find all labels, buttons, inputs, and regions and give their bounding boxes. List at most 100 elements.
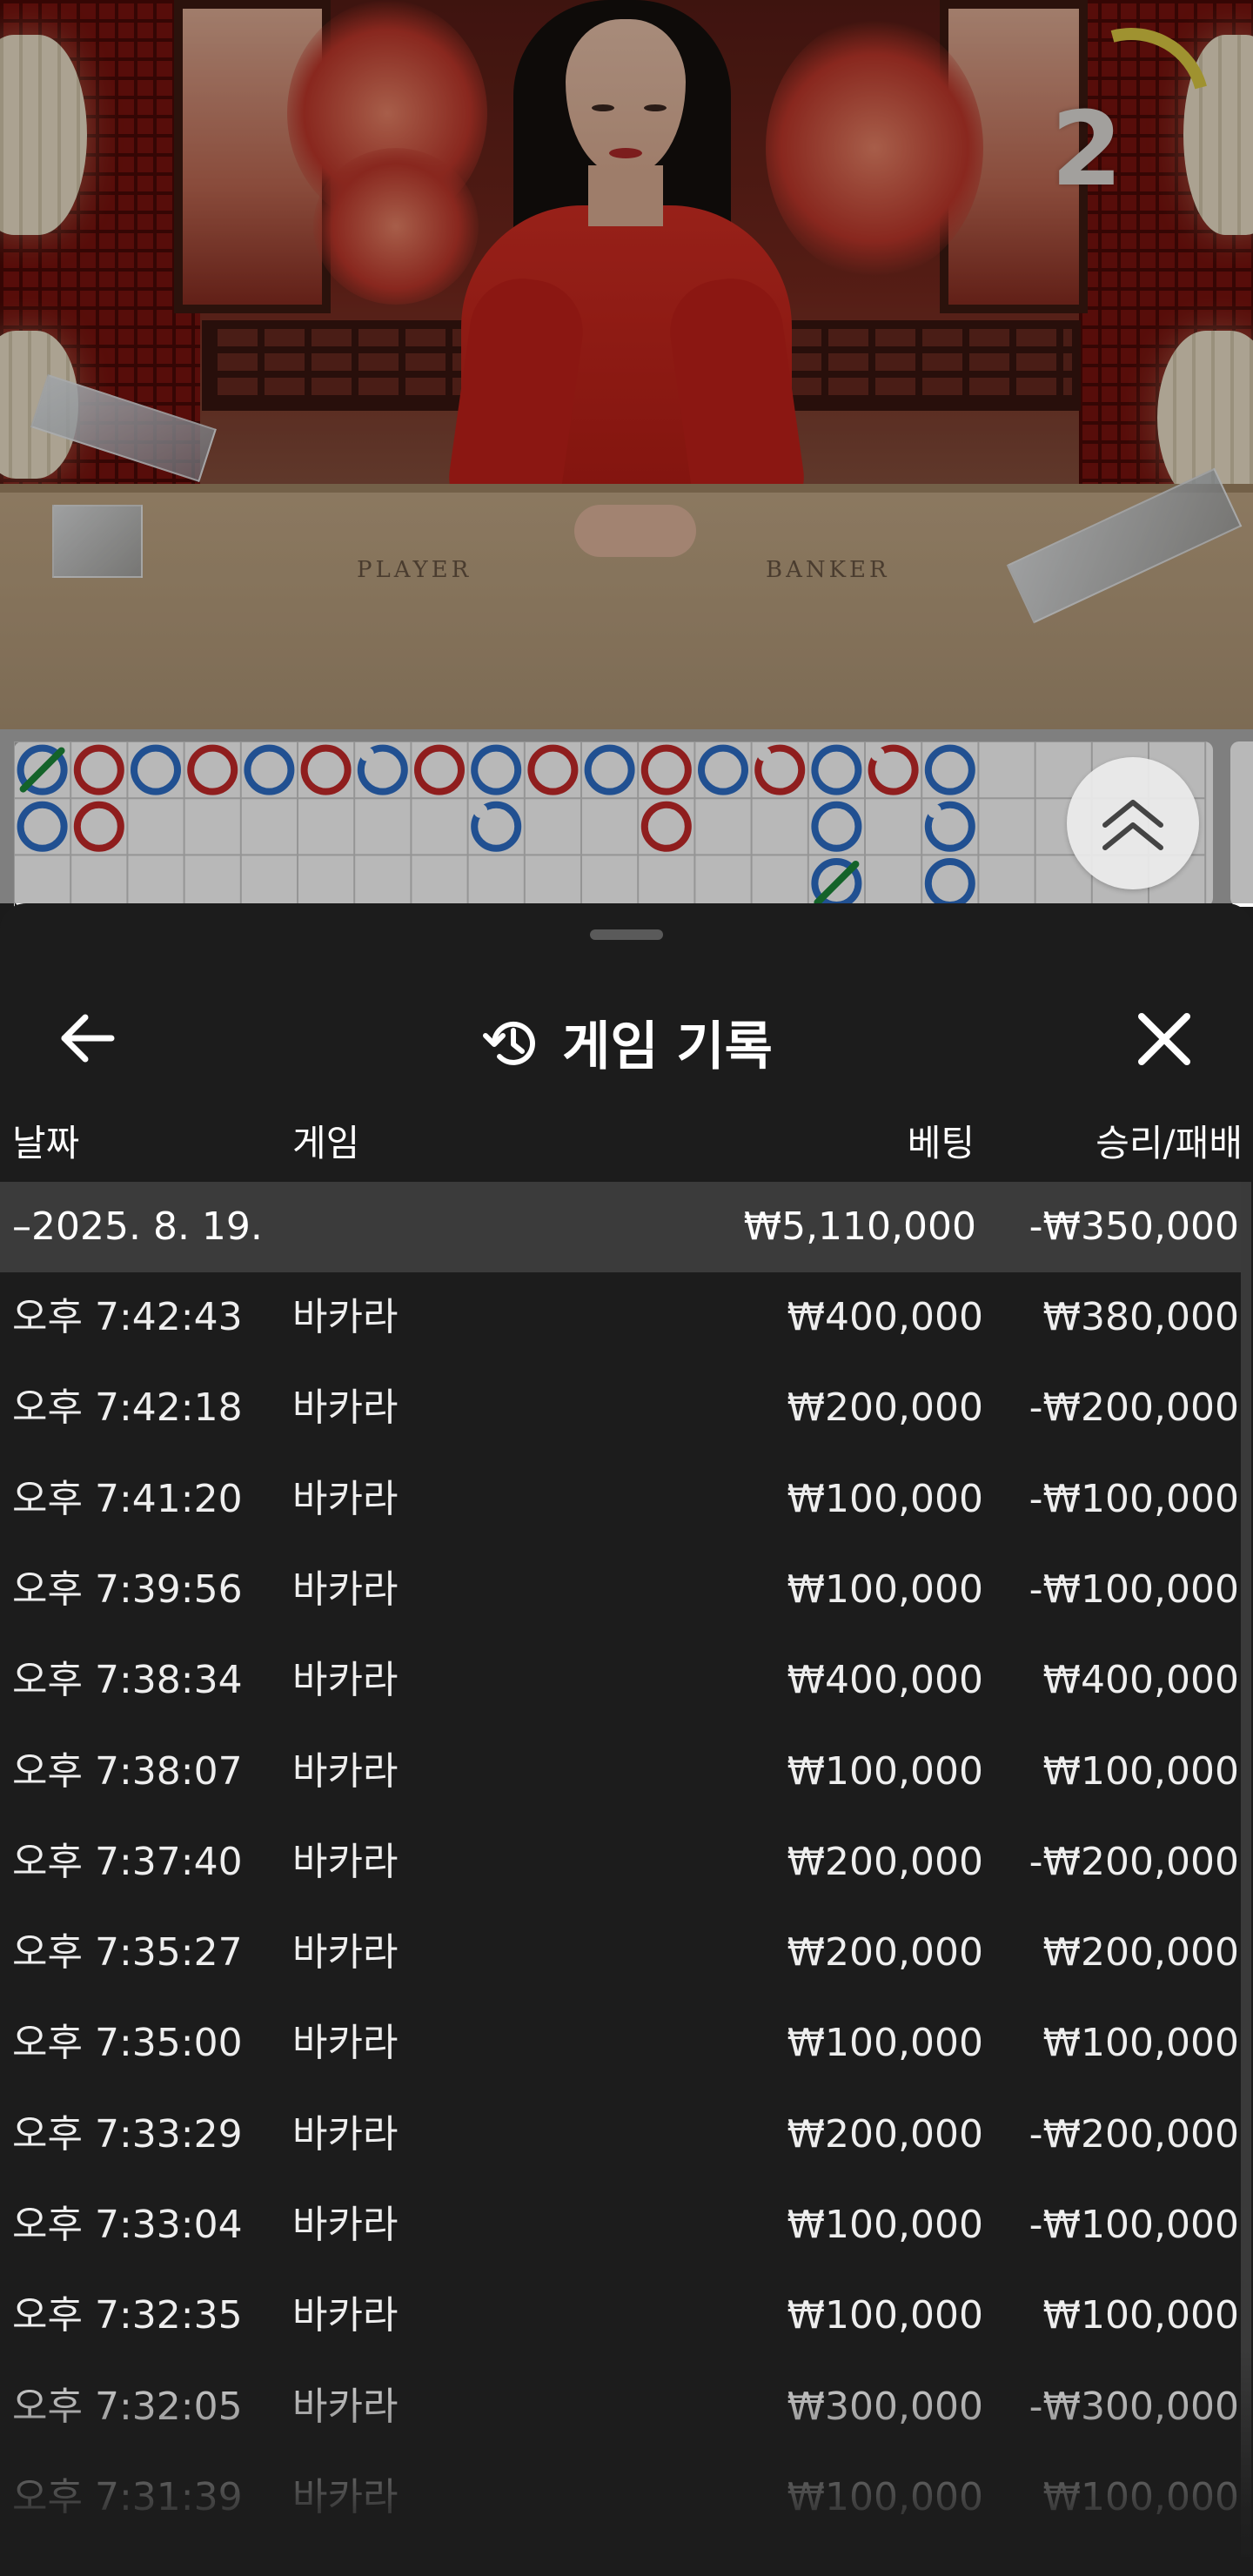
history-icon <box>483 1021 536 1065</box>
row-result: ₩100,000 <box>1042 2474 1239 2519</box>
row-game: 바카라 <box>292 2021 399 2066</box>
row-result: ₩380,000 <box>1042 1295 1239 1339</box>
history-row[interactable]: 오후 7:35:00 바카라 ₩100,000 ₩100,000 <box>0 1998 1253 2089</box>
history-row[interactable]: 오후 7:38:34 바카라 ₩400,000 ₩400,000 <box>0 1635 1253 1726</box>
sheet-drag-handle[interactable] <box>590 929 663 940</box>
blossom-decoration <box>313 148 479 305</box>
row-bet: ₩200,000 <box>787 1930 983 1976</box>
row-bet: ₩100,000 <box>787 1566 983 1612</box>
row-result: ₩200,000 <box>1042 1930 1239 1976</box>
row-result: ₩100,000 <box>1042 1748 1239 1794</box>
row-time: 오후 7:32:35 <box>12 2293 243 2338</box>
row-result: -₩200,000 <box>1029 2111 1239 2157</box>
row-time: 오후 7:33:29 <box>12 2111 243 2157</box>
sheet-title-wrap: 게임 기록 <box>0 1004 1253 1080</box>
column-header-date: 날짜 <box>12 1122 80 1164</box>
pair-marker <box>473 803 488 818</box>
history-row[interactable]: 오후 7:32:35 바카라 ₩100,000 ₩100,000 <box>0 2271 1253 2361</box>
history-row[interactable]: 오후 7:39:56 바카라 ₩100,000 -₩100,000 <box>0 1545 1253 1635</box>
date-group-row[interactable]: –2025. 8. 19. ₩5,110,000 -₩350,000 <box>0 1182 1246 1272</box>
date-group-bet: ₩5,110,000 <box>743 1204 976 1249</box>
column-header-bet: 베팅 <box>907 1122 975 1164</box>
player-bead <box>131 744 181 795</box>
discard-tray <box>52 505 143 578</box>
player-bead <box>17 801 68 852</box>
row-result: ₩100,000 <box>1042 2021 1239 2066</box>
row-time: 오후 7:35:27 <box>12 1930 243 1976</box>
date-group-result: -₩350,000 <box>1029 1204 1239 1249</box>
row-time: 오후 7:38:07 <box>12 1748 243 1794</box>
bead-roadmap[interactable] <box>13 741 1213 913</box>
row-bet: ₩200,000 <box>787 1385 983 1431</box>
player-bead <box>698 744 748 795</box>
row-time: 오후 7:35:00 <box>12 2021 243 2066</box>
row-time: 오후 7:31:39 <box>12 2474 243 2519</box>
scrollbar[interactable] <box>1241 1182 1251 2557</box>
banker-bead <box>73 801 124 852</box>
row-game: 바카라 <box>292 1658 399 1703</box>
history-row[interactable]: 오후 7:41:20 바카라 ₩100,000 -₩100,000 <box>0 1454 1253 1545</box>
history-row[interactable]: 오후 7:31:39 바카라 ₩100,000 ₩100,000 <box>0 2452 1253 2543</box>
player-bead <box>924 744 975 795</box>
dealer-lips <box>609 148 642 158</box>
row-bet: ₩200,000 <box>787 2111 983 2157</box>
row-game: 바카라 <box>292 1476 399 1521</box>
row-result: -₩200,000 <box>1029 1839 1239 1884</box>
row-result: -₩100,000 <box>1029 1566 1239 1612</box>
close-button[interactable] <box>1122 999 1206 1077</box>
row-bet: ₩400,000 <box>787 1658 983 1703</box>
history-row[interactable]: 오후 7:42:43 바카라 ₩400,000 ₩380,000 <box>0 1272 1253 1363</box>
row-bet: ₩100,000 <box>787 2203 983 2247</box>
game-history-sheet: 게임 기록 날짜 게임 베팅 승리/패배 –2025. 8. 19. ₩5,11… <box>0 903 1253 2576</box>
row-time: 오후 7:37:40 <box>12 1839 243 1884</box>
history-row[interactable]: 오후 7:42:18 바카라 ₩200,000 -₩200,000 <box>0 1363 1253 1453</box>
row-time: 오후 7:41:20 <box>12 1476 243 1521</box>
row-bet: ₩100,000 <box>787 1476 983 1521</box>
history-row[interactable]: 오후 7:37:40 바카라 ₩200,000 -₩200,000 <box>0 1817 1253 1908</box>
player-bead <box>244 744 295 795</box>
banker-bead <box>640 744 692 795</box>
dealer-eye <box>644 104 667 111</box>
history-row[interactable]: 오후 7:32:05 바카라 ₩300,000 -₩300,000 <box>0 2362 1253 2452</box>
player-bead <box>584 744 635 795</box>
sheet-title: 게임 기록 <box>562 1016 773 1077</box>
row-game: 바카라 <box>292 1748 399 1794</box>
dealer-eye <box>592 104 614 111</box>
row-result: -₩100,000 <box>1029 2203 1239 2247</box>
row-bet: ₩100,000 <box>787 2293 983 2338</box>
history-row[interactable]: 오후 7:33:04 바카라 ₩100,000 -₩100,000 <box>0 2180 1253 2271</box>
row-time: 오후 7:33:04 <box>12 2203 243 2247</box>
banker-bead <box>300 744 352 795</box>
row-game: 바카라 <box>292 2474 399 2519</box>
row-result: ₩400,000 <box>1042 1658 1239 1703</box>
row-bet: ₩100,000 <box>787 2474 983 2519</box>
table-player-label: PLAYER <box>357 557 472 583</box>
row-time: 오후 7:42:18 <box>12 1385 243 1431</box>
row-time: 오후 7:32:05 <box>12 2384 243 2429</box>
blossom-decoration <box>766 17 983 278</box>
history-row[interactable]: 오후 7:38:07 바카라 ₩100,000 ₩100,000 <box>0 1727 1253 1817</box>
row-result: ₩100,000 <box>1042 2293 1239 2338</box>
expand-roadmap-button[interactable] <box>1067 757 1199 889</box>
row-result: -₩300,000 <box>1029 2384 1239 2429</box>
round-countdown: 2 <box>1050 89 1122 209</box>
secondary-roadmap[interactable] <box>1230 741 1253 907</box>
player-bead <box>811 801 862 852</box>
live-video-stream: PLAYER BANKER 2 <box>0 0 1253 729</box>
pair-marker <box>757 747 772 761</box>
row-game: 바카라 <box>292 1295 399 1339</box>
banker-bead <box>640 801 692 852</box>
history-row[interactable]: 오후 7:33:29 바카라 ₩200,000 -₩200,000 <box>0 2090 1253 2180</box>
row-time: 오후 7:39:56 <box>12 1566 243 1612</box>
history-row[interactable]: 오후 7:35:27 바카라 ₩200,000 ₩200,000 <box>0 1908 1253 1998</box>
row-game: 바카라 <box>292 2384 399 2429</box>
row-bet: ₩400,000 <box>787 1295 983 1339</box>
column-header-result: 승리/패배 <box>1096 1122 1243 1164</box>
sheet-header: 게임 기록 <box>0 956 1253 1121</box>
row-time: 오후 7:42:43 <box>12 1295 243 1339</box>
pair-marker <box>870 747 885 761</box>
row-game: 바카라 <box>292 1930 399 1976</box>
pair-marker <box>927 803 941 818</box>
double-chevron-up-icon <box>1102 800 1163 850</box>
player-bead <box>924 858 975 909</box>
